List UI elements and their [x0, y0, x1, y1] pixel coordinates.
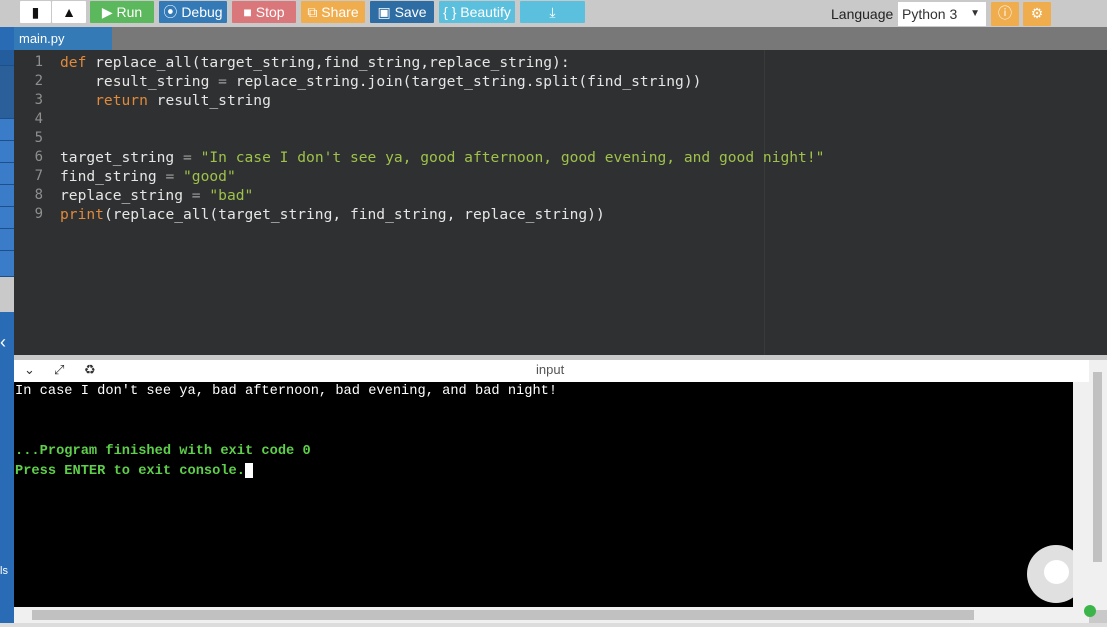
debug-icon: ⦿ — [163, 4, 182, 20]
sidebar-item[interactable] — [0, 119, 14, 141]
code-token: "bad" — [209, 187, 254, 204]
sidebar-item[interactable] — [0, 141, 14, 163]
code-token: return — [60, 92, 157, 109]
debug-button[interactable]: ⦿ Debug — [159, 1, 227, 23]
line-number: 1 — [34, 54, 43, 70]
file-tabs: main.py — [14, 27, 1107, 50]
sidebar-spacer — [0, 277, 14, 312]
download-button[interactable]: ⤓ — [520, 1, 585, 23]
sidebar-label: ls — [0, 565, 8, 577]
code-line[interactable]: def replace_all(target_string,find_strin… — [60, 53, 570, 72]
code-token: find_string — [60, 168, 166, 185]
code-line[interactable]: result_string = replace_string.join(targ… — [60, 72, 701, 91]
sidebar-item[interactable] — [0, 251, 14, 277]
sidebar-item[interactable] — [0, 207, 14, 229]
collapse-sidebar-icon[interactable]: ‹ — [0, 332, 6, 353]
press-enter-message: Press ENTER to exit console. — [15, 462, 253, 482]
line-number: 8 — [34, 187, 43, 203]
upload-button[interactable]: ▲ — [52, 1, 86, 23]
download-icon: ⤓ — [549, 4, 556, 20]
code-editor[interactable]: 1 2 3 4 5 6 7 8 9 def replace_all(target_string,… — [14, 50, 1107, 355]
code-token: = — [218, 73, 236, 90]
horizontal-scrollbar[interactable] — [14, 605, 1096, 623]
console-header: ⌄ ⤢ ♻ input — [14, 360, 1089, 382]
code-token: "good" — [183, 168, 236, 185]
expand-icon[interactable]: ⤢ — [54, 362, 64, 378]
beautify-button[interactable]: { } Beautify — [439, 1, 515, 23]
line-number: 4 — [34, 111, 43, 127]
language-select[interactable]: Python 3 ▼ — [898, 2, 986, 26]
clear-console-icon[interactable]: ♻ — [84, 362, 96, 378]
sidebar-item[interactable] — [0, 229, 14, 251]
settings-button[interactable]: ⚙ — [1023, 2, 1051, 26]
code-token: = — [165, 168, 184, 185]
line-number: 6 — [34, 149, 43, 165]
page-vertical-scrollbar[interactable] — [1089, 360, 1107, 610]
program-output: In case I don't see ya, bad afternoon, b… — [15, 384, 558, 399]
bottom-border — [0, 623, 1107, 627]
scroll-thumb[interactable] — [1093, 372, 1102, 562]
new-file-button[interactable]: ▮ — [20, 1, 51, 23]
line-number: 9 — [34, 206, 43, 222]
sidebar-item[interactable] — [0, 163, 14, 185]
sidebar-item[interactable] — [0, 185, 14, 207]
info-button[interactable]: ⓘ — [991, 2, 1019, 26]
code-line[interactable]: target_string = "In case I don't see ya,… — [60, 148, 824, 167]
code-token: (replace_all(target_string, find_string,… — [103, 206, 605, 223]
language-label: Language — [831, 6, 894, 22]
chat-bubble-icon — [1044, 560, 1069, 584]
code-token: target_string — [60, 149, 184, 166]
code-line[interactable]: print(replace_all(target_string, find_st… — [60, 205, 605, 224]
line-number: 5 — [34, 130, 43, 146]
code-token: replace_all(target_string,find_string,re… — [95, 54, 570, 71]
status-ok-icon — [1084, 605, 1096, 617]
code-token: = — [183, 149, 201, 166]
code-token: print — [60, 206, 104, 223]
cloud-upload-icon: ▲ — [62, 4, 76, 20]
code-line[interactable]: find_string = "good" — [60, 167, 236, 186]
save-button[interactable]: ▣ Save — [370, 1, 434, 23]
sidebar-item[interactable] — [0, 66, 14, 119]
code-token: result_string — [156, 92, 271, 109]
code-token: "In case I don't see ya, good afternoon,… — [200, 149, 825, 166]
code-token: result_string — [60, 73, 219, 90]
share-icon: ⧉ — [307, 4, 322, 20]
info-icon: ⓘ — [998, 5, 1012, 21]
console-vertical-scrollbar[interactable] — [1073, 382, 1089, 607]
line-number: 3 — [34, 92, 43, 108]
gear-icon: ⚙ — [1030, 5, 1044, 21]
stop-button[interactable]: ■ Stop — [232, 1, 296, 23]
left-sidebar: ‹ ls — [0, 27, 14, 627]
dropdown-arrow-icon: ▼ — [970, 8, 980, 19]
play-icon: ▶ — [101, 4, 117, 20]
share-button[interactable]: ⧉ Share — [301, 1, 365, 23]
code-line[interactable]: return result_string — [60, 91, 271, 110]
line-number: 2 — [34, 73, 43, 89]
chevron-down-icon[interactable]: ⌄ — [24, 362, 35, 378]
sidebar-item[interactable] — [0, 50, 14, 66]
stop-icon: ■ — [243, 4, 256, 20]
run-button[interactable]: ▶ Run — [90, 1, 154, 23]
floppy-icon: ▣ — [377, 4, 395, 20]
exit-message: ...Program finished with exit code 0 — [15, 444, 311, 459]
console-output[interactable]: In case I don't see ya, bad afternoon, b… — [14, 382, 1085, 607]
code-token: def — [60, 54, 96, 71]
console-header-label: input — [536, 362, 565, 377]
code-line[interactable]: replace_string = "bad" — [60, 186, 253, 205]
code-token: replace_string.join(target_string.split(… — [235, 73, 702, 90]
toolbar: ▮ ▲ ▶ Run ⦿ Debug ■ Stop ⧉ Share ▣ Save … — [0, 0, 1107, 27]
line-number: 7 — [34, 168, 43, 184]
scroll-thumb[interactable] — [32, 610, 974, 620]
code-token: = — [191, 187, 210, 204]
cursor — [245, 462, 253, 478]
tab-main-py[interactable]: main.py — [14, 27, 112, 50]
print-margin — [764, 50, 765, 355]
code-token: replace_string — [60, 187, 192, 204]
line-gutter: 1 2 3 4 5 6 7 8 9 — [14, 50, 58, 355]
